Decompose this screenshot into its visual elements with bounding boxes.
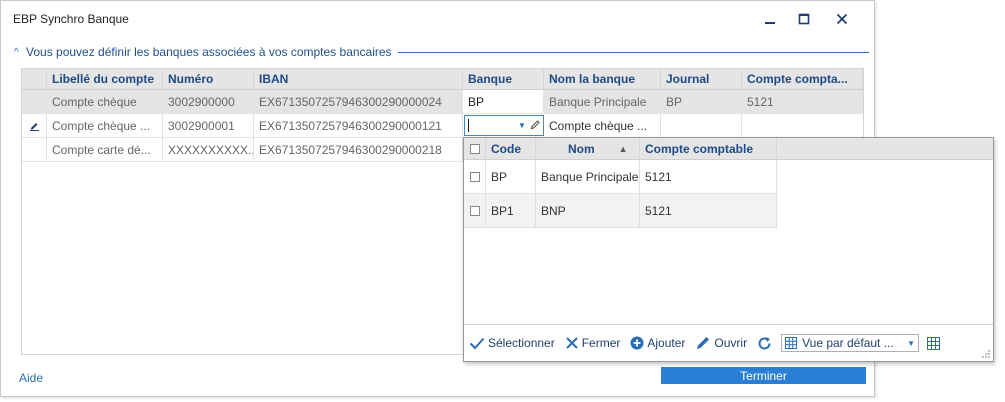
add-button-label: Ajouter	[647, 336, 686, 350]
cell-numero[interactable]: 3002900001	[163, 114, 254, 137]
grid-header-row: Libellé du compte Numéro IBAN Banque Nom…	[22, 69, 863, 90]
cell-compte[interactable]	[742, 114, 863, 137]
close-x-icon	[566, 337, 578, 349]
close-popup-button[interactable]: Fermer	[565, 336, 621, 350]
popup-toolbar: Sélectionner Fermer Ajouter Ouvrir Vue p…	[464, 324, 993, 361]
cell-libelle[interactable]: Compte chèque ...	[47, 114, 163, 137]
cell-iban[interactable]: EX6713507257946300290000024	[254, 90, 463, 113]
bank-lookup-popup: Code Nom ▲ Compte comptable BP Banque Pr…	[463, 137, 994, 362]
select-all-cell[interactable]	[464, 138, 486, 159]
popup-header-row: Code Nom ▲ Compte comptable	[464, 138, 993, 160]
chevron-down-icon: ▼	[907, 338, 916, 348]
select-button[interactable]: Sélectionner	[469, 336, 555, 350]
list-item[interactable]: BP1 BNP 5121	[464, 194, 777, 228]
row-checkbox[interactable]	[469, 171, 480, 182]
cell-code[interactable]: BP1	[486, 194, 536, 227]
column-chooser-icon	[927, 336, 941, 350]
minimize-button[interactable]	[753, 6, 787, 32]
column-header-libelle[interactable]: Libellé du compte	[47, 69, 163, 89]
row-selector-header	[22, 69, 47, 89]
cell-libelle[interactable]: Compte carte dé...	[47, 138, 163, 161]
row-checkbox[interactable]	[469, 205, 480, 216]
close-popup-label: Fermer	[581, 336, 621, 350]
maximize-icon	[798, 13, 810, 25]
row-selector[interactable]	[22, 90, 47, 113]
open-button[interactable]: Ouvrir	[695, 335, 747, 351]
group-label: Vous pouvez définir les banques associée…	[26, 45, 392, 59]
cell-journal[interactable]	[661, 114, 742, 137]
cell-nom-banque[interactable]: Compte chèque ...	[544, 114, 661, 137]
dropdown-arrow-icon[interactable]: ▼	[518, 121, 526, 130]
minimize-icon	[765, 22, 775, 24]
column-header-compte[interactable]: Compte compta...	[742, 69, 863, 89]
column-header-banque[interactable]: Banque	[463, 69, 544, 89]
column-header-nom[interactable]: Nom ▲	[536, 138, 640, 159]
row-selector[interactable]	[22, 114, 47, 137]
view-select[interactable]: Vue par défaut ... ▼	[781, 334, 920, 352]
cell-nom[interactable]: Banque Principale	[536, 160, 640, 193]
maximize-button[interactable]	[787, 6, 821, 32]
table-row[interactable]: Compte chèque 3002900000 EX6713507257946…	[22, 90, 863, 114]
cell-compte-comptable[interactable]: 5121	[640, 160, 777, 193]
title-bar: EBP Synchro Banque	[1, 1, 874, 37]
refresh-button[interactable]	[757, 336, 775, 351]
cell-numero[interactable]: 3002900000	[163, 90, 254, 113]
cell-banque[interactable]: BP	[463, 90, 544, 113]
group-divider	[397, 51, 869, 53]
pencil-icon	[697, 337, 710, 349]
edit-row-icon	[29, 123, 39, 131]
column-header-nom-label: Nom	[568, 141, 595, 156]
row-checkbox-cell[interactable]	[464, 160, 486, 193]
row-checkbox-cell[interactable]	[464, 194, 486, 227]
column-header-journal[interactable]: Journal	[661, 69, 742, 89]
select-button-label: Sélectionner	[488, 336, 555, 350]
close-icon	[836, 13, 848, 25]
add-circle-icon	[630, 336, 644, 350]
resize-grip-icon[interactable]	[981, 349, 991, 359]
cell-journal[interactable]: BP	[661, 90, 742, 113]
column-header-compte-comptable[interactable]: Compte comptable	[640, 138, 777, 159]
grid-view-icon	[785, 337, 798, 349]
table-row[interactable]: Compte chèque ... 3002900001 EX671350725…	[22, 114, 863, 138]
list-item[interactable]: BP Banque Principale 5121	[464, 160, 777, 194]
finish-button[interactable]: Terminer	[661, 367, 866, 384]
text-cursor	[468, 119, 469, 132]
checkmark-icon	[469, 337, 485, 350]
help-link[interactable]: Aide	[19, 371, 43, 385]
cell-nom[interactable]: BNP	[536, 194, 640, 227]
column-header-code[interactable]: Code	[486, 138, 536, 159]
cell-libelle[interactable]: Compte chèque	[47, 90, 163, 113]
cell-compte-comptable[interactable]: 5121	[640, 194, 777, 227]
row-selector[interactable]	[22, 138, 47, 161]
column-header-numero[interactable]: Numéro	[163, 69, 254, 89]
close-button[interactable]	[825, 6, 859, 32]
group-header[interactable]: ^ Vous pouvez définir les banques associ…	[14, 44, 869, 60]
cell-nom-banque[interactable]: Banque Principale	[544, 90, 661, 113]
column-header-iban[interactable]: IBAN	[254, 69, 463, 89]
add-button[interactable]: Ajouter	[630, 336, 685, 350]
pencil-icon[interactable]	[530, 119, 541, 130]
window-title: EBP Synchro Banque	[13, 12, 129, 26]
collapse-caret-icon[interactable]: ^	[14, 47, 24, 58]
cell-iban[interactable]: EX6713507257946300290000121	[254, 114, 463, 137]
column-header-nom-banque[interactable]: Nom la banque	[544, 69, 661, 89]
column-chooser-button[interactable]	[927, 336, 943, 350]
refresh-icon	[758, 336, 771, 349]
cell-iban[interactable]: EX6713507257946300290000218	[254, 138, 463, 161]
select-all-checkbox[interactable]	[469, 143, 480, 154]
open-button-label: Ouvrir	[714, 336, 748, 350]
cell-compte[interactable]: 5121	[742, 90, 863, 113]
cell-numero[interactable]: XXXXXXXXXX...	[163, 138, 254, 161]
banque-lookup-input[interactable]: ▼	[464, 115, 544, 136]
cell-code[interactable]: BP	[486, 160, 536, 193]
view-select-value: Vue par défaut ...	[802, 336, 894, 350]
sort-ascending-icon: ▲	[618, 143, 628, 154]
